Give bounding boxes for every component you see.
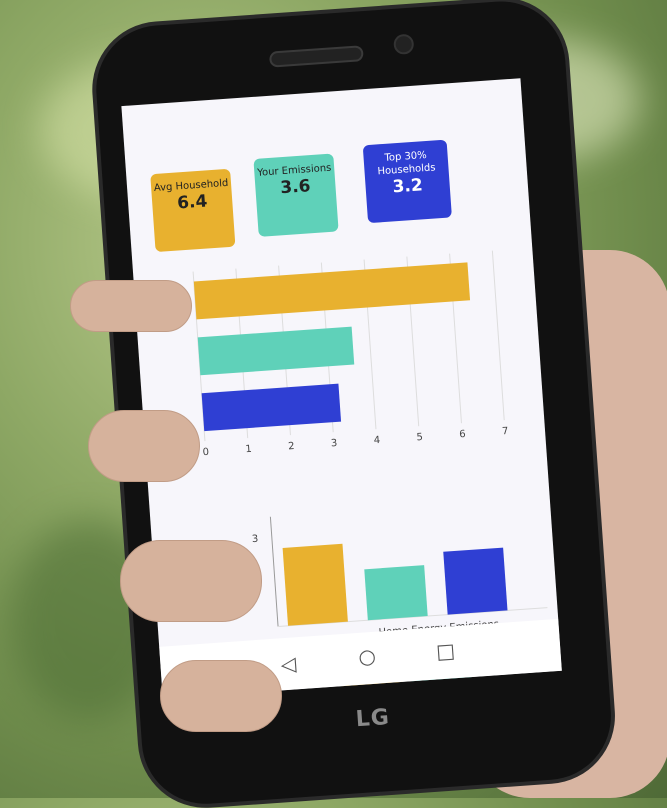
bar: [364, 565, 428, 621]
home-energy-chart: 32Home Energy Emissions: [121, 78, 548, 638]
metric-value: 6.4: [176, 191, 208, 214]
horizontal-bar-chart: 0 1 2 3 4 5 6 7: [121, 78, 520, 458]
x-tick-label: 7: [502, 426, 509, 437]
metric-card-top-30[interactable]: Top 30% Households 3.2: [362, 139, 452, 224]
ring-finger: [120, 540, 262, 622]
recents-icon[interactable]: □: [435, 638, 456, 663]
x-tick-label: 0: [202, 447, 209, 458]
metric-card-avg-household[interactable]: Avg Household 6.4: [150, 168, 236, 253]
y-tick-label: 3: [252, 534, 259, 545]
third-chart: 10: [121, 78, 520, 699]
x-tick-label: 5: [416, 432, 423, 443]
metric-value: 3.6: [279, 176, 312, 199]
x-tick-label: 4: [373, 435, 380, 446]
x-tick-label: 2: [288, 441, 295, 452]
bar: [197, 326, 355, 376]
front-camera: [393, 33, 415, 55]
bar: [193, 262, 471, 320]
metric-label: Top 30% Households: [377, 149, 436, 178]
brand-logo: LG: [354, 704, 391, 733]
bar: [201, 383, 342, 432]
y-axis: [269, 516, 279, 627]
earpiece-speaker: [268, 45, 364, 68]
grid-line: [491, 250, 505, 421]
metric-card-your-emissions[interactable]: Your Emissions 3.6: [253, 153, 339, 237]
bar: [282, 543, 348, 626]
x-tick-label: 1: [245, 444, 252, 455]
little-finger: [160, 660, 282, 732]
x-tick-label: 3: [331, 438, 338, 449]
metric-value: 3.2: [391, 175, 424, 198]
x-tick-label: 6: [459, 429, 466, 440]
middle-finger: [88, 410, 200, 482]
index-finger: [70, 280, 192, 332]
home-icon[interactable]: ○: [358, 644, 377, 669]
bar: [443, 547, 508, 615]
back-icon[interactable]: ◁: [280, 651, 297, 676]
